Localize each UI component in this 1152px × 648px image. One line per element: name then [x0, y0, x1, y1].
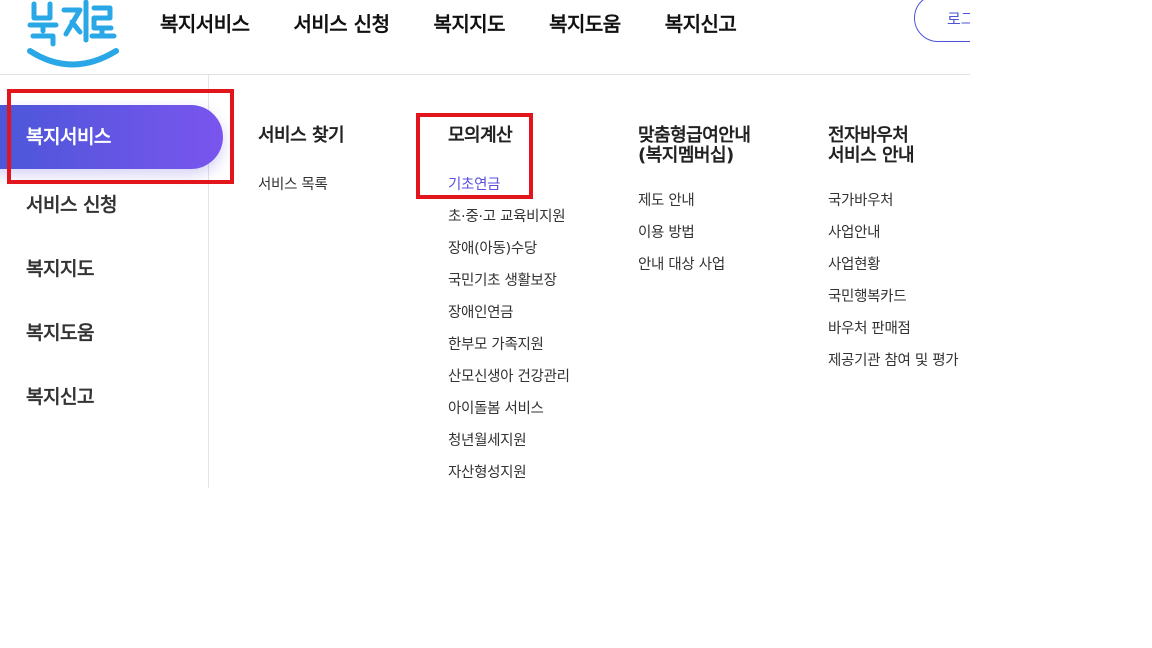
submenu-title-line-2: (복지멤버십)	[638, 145, 734, 166]
page: 복지서비스 서비스 신청 복지지도 복지도움 복지신고 로그인 복지서비스 서비…	[0, 0, 970, 648]
submenu-title-line-1: 전자바우처	[828, 125, 909, 146]
nav-welfare-help[interactable]: 복지도움	[549, 8, 621, 37]
link-youth-rent-support[interactable]: 청년월세지원	[448, 425, 570, 457]
link-mother-newborn-care[interactable]: 산모신생아 건강관리	[448, 361, 570, 393]
side-item-welfare-help[interactable]: 복지도움	[26, 318, 94, 345]
bokjiro-logo[interactable]	[26, 0, 120, 74]
link-disability-pension[interactable]: 장애인연금	[448, 297, 570, 329]
nav-welfare-map[interactable]: 복지지도	[433, 8, 505, 37]
link-education-support[interactable]: 초·중·고 교육비지원	[448, 201, 570, 233]
link-basic-pension[interactable]: 기초연금	[448, 169, 570, 201]
side-item-welfare-report[interactable]: 복지신고	[26, 382, 94, 409]
link-voucher-stores[interactable]: 바우처 판매점	[828, 313, 958, 345]
link-how-to-use[interactable]: 이용 방법	[638, 217, 750, 249]
submenu-title-line-1: 맞춤형급여안내	[638, 125, 751, 146]
link-target-programs[interactable]: 안내 대상 사업	[638, 249, 750, 281]
nav-welfare-service[interactable]: 복지서비스	[160, 8, 250, 37]
side-item-service-apply[interactable]: 서비스 신청	[26, 190, 118, 217]
global-nav: 복지서비스 서비스 신청 복지지도 복지도움 복지신고	[160, 8, 780, 37]
link-disability-child-allowance[interactable]: 장애(아동)수당	[448, 233, 570, 265]
link-system-guide[interactable]: 제도 안내	[638, 185, 750, 217]
logo-icon	[27, 0, 119, 68]
link-basic-livelihood[interactable]: 국민기초 생활보장	[448, 265, 570, 297]
submenu-title: 모의계산	[448, 125, 513, 146]
link-provider-evaluation[interactable]: 제공기관 참여 및 평가	[828, 345, 959, 377]
nav-service-apply[interactable]: 서비스 신청	[294, 8, 390, 37]
submenu-custom-benefit: 맞춤형급여안내 (복지멤버십) 제도 안내 이용 방법 안내 대상 사업	[638, 125, 751, 281]
side-item-welfare-map[interactable]: 복지지도	[26, 254, 94, 281]
link-program-status[interactable]: 사업현황	[828, 249, 958, 281]
submenu-service-search: 서비스 찾기 서비스 목록	[258, 125, 345, 201]
side-menu: 복지서비스 서비스 신청 복지지도 복지도움 복지신고	[0, 75, 223, 488]
submenu-links: 서비스 목록	[258, 169, 344, 201]
login-button[interactable]: 로그인	[914, 0, 970, 42]
header: 복지서비스 서비스 신청 복지지도 복지도움 복지신고 로그인	[0, 0, 970, 75]
submenu-links: 제도 안내 이용 방법 안내 대상 사업	[638, 185, 750, 281]
submenu-mock-calculation: 모의계산 기초연금 초·중·고 교육비지원 장애(아동)수당 국민기초 생활보장…	[448, 126, 570, 489]
link-program-info[interactable]: 사업안내	[828, 217, 958, 249]
submenu-title: 서비스 찾기	[258, 125, 345, 146]
link-national-voucher[interactable]: 국가바우처	[828, 185, 958, 217]
submenu-links: 기초연금 초·중·고 교육비지원 장애(아동)수당 국민기초 생활보장 장애인연…	[448, 169, 570, 489]
side-item-welfare-service[interactable]: 복지서비스	[0, 105, 223, 169]
submenu-title-line-2: 서비스 안내	[828, 145, 915, 166]
submenu-links: 국가바우처 사업안내 사업현황 국민행복카드 바우처 판매점 제공기관 참여 및…	[828, 185, 959, 377]
link-asset-building[interactable]: 자산형성지원	[448, 457, 570, 489]
link-single-parent-support[interactable]: 한부모 가족지원	[448, 329, 570, 361]
link-happiness-card[interactable]: 국민행복카드	[828, 281, 958, 313]
link-service-list[interactable]: 서비스 목록	[258, 169, 344, 201]
nav-welfare-report[interactable]: 복지신고	[665, 8, 737, 37]
submenu-e-voucher: 전자바우처 서비스 안내 국가바우처 사업안내 사업현황 국민행복카드 바우처 …	[828, 125, 959, 377]
link-childcare-service[interactable]: 아이돌봄 서비스	[448, 393, 570, 425]
